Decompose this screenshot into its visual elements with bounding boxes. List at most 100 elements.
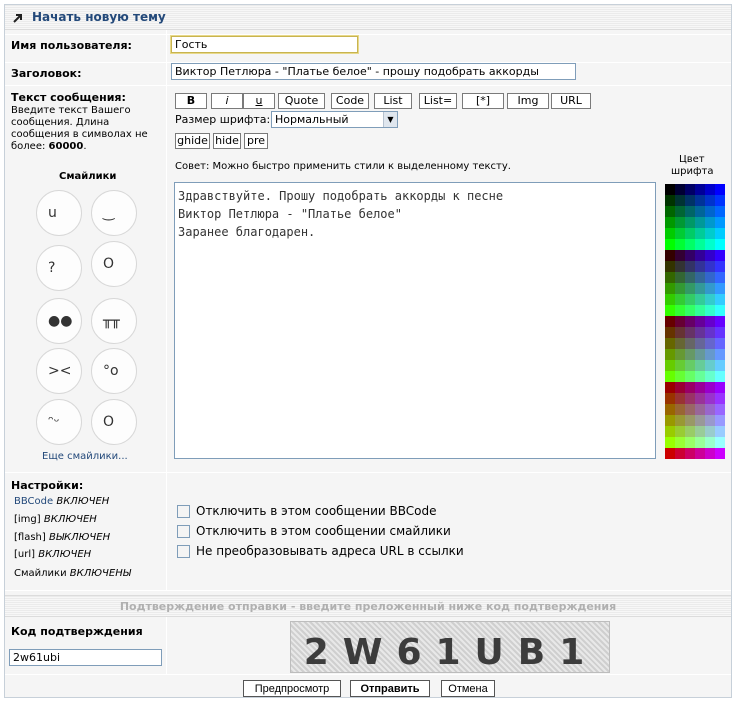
smiley-1[interactable]: u (36, 190, 82, 236)
color-swatch[interactable] (665, 404, 675, 415)
color-swatch[interactable] (705, 371, 715, 382)
color-swatch[interactable] (705, 415, 715, 426)
color-swatch[interactable] (695, 316, 705, 327)
color-swatch[interactable] (685, 316, 695, 327)
color-swatch[interactable] (695, 283, 705, 294)
color-swatch[interactable] (665, 360, 675, 371)
list-button[interactable]: List (374, 93, 412, 109)
color-swatch[interactable] (715, 239, 725, 250)
bold-button[interactable]: B (175, 93, 207, 109)
color-swatch[interactable] (675, 228, 685, 239)
color-swatch[interactable] (675, 261, 685, 272)
color-swatch[interactable] (685, 294, 695, 305)
color-swatch[interactable] (715, 360, 725, 371)
color-swatch[interactable] (675, 294, 685, 305)
hide-button[interactable]: hide (213, 133, 241, 149)
color-swatch[interactable] (715, 371, 725, 382)
color-swatch[interactable] (695, 272, 705, 283)
color-swatch[interactable] (675, 327, 685, 338)
font-size-select[interactable]: Нормальный ▼ (271, 111, 398, 128)
color-swatch[interactable] (695, 184, 705, 195)
color-swatch[interactable] (665, 184, 675, 195)
color-swatch[interactable] (685, 283, 695, 294)
color-swatch[interactable] (665, 371, 675, 382)
color-swatch[interactable] (715, 228, 725, 239)
color-swatch[interactable] (665, 415, 675, 426)
color-swatch[interactable] (665, 283, 675, 294)
color-swatch[interactable] (705, 316, 715, 327)
color-swatch[interactable] (685, 195, 695, 206)
smiley-2[interactable]: ‿ (91, 190, 137, 236)
color-swatch[interactable] (685, 327, 695, 338)
color-swatch[interactable] (665, 393, 675, 404)
ghide-button[interactable]: ghide (175, 133, 210, 149)
color-swatch[interactable] (715, 294, 725, 305)
color-swatch[interactable] (705, 382, 715, 393)
color-swatch[interactable] (705, 349, 715, 360)
smiley-4[interactable]: O (91, 241, 137, 287)
color-swatch[interactable] (665, 327, 675, 338)
color-swatch[interactable] (665, 239, 675, 250)
color-swatch[interactable] (715, 415, 725, 426)
color-swatch[interactable] (715, 217, 725, 228)
color-swatch[interactable] (695, 250, 705, 261)
color-swatch[interactable] (695, 415, 705, 426)
color-swatch[interactable] (675, 283, 685, 294)
color-swatch[interactable] (685, 448, 695, 459)
color-swatch[interactable] (695, 305, 705, 316)
color-swatch[interactable] (685, 415, 695, 426)
color-swatch[interactable] (685, 426, 695, 437)
color-swatch[interactable] (665, 305, 675, 316)
smiley-5[interactable]: ●● (36, 298, 82, 344)
smiley-6[interactable]: ╥╥ (91, 298, 137, 344)
color-swatch[interactable] (715, 250, 725, 261)
color-swatch[interactable] (705, 283, 715, 294)
color-swatch[interactable] (685, 393, 695, 404)
color-swatch[interactable] (715, 283, 725, 294)
color-swatch[interactable] (665, 228, 675, 239)
color-swatch[interactable] (685, 250, 695, 261)
color-swatch[interactable] (715, 184, 725, 195)
color-swatch[interactable] (665, 250, 675, 261)
no-urls-checkbox[interactable] (177, 545, 190, 558)
color-swatch[interactable] (715, 261, 725, 272)
color-swatch[interactable] (675, 184, 685, 195)
color-swatch[interactable] (695, 382, 705, 393)
color-swatch[interactable] (705, 426, 715, 437)
color-swatch[interactable] (705, 327, 715, 338)
color-swatch[interactable] (705, 272, 715, 283)
color-palette[interactable] (665, 184, 725, 459)
code-button[interactable]: Code (331, 93, 369, 109)
color-swatch[interactable] (685, 305, 695, 316)
color-swatch[interactable] (715, 393, 725, 404)
color-swatch[interactable] (675, 415, 685, 426)
color-swatch[interactable] (705, 250, 715, 261)
color-swatch[interactable] (665, 448, 675, 459)
color-swatch[interactable] (695, 437, 705, 448)
color-swatch[interactable] (695, 217, 705, 228)
color-swatch[interactable] (685, 261, 695, 272)
cancel-button[interactable]: Отмена (441, 680, 495, 697)
smiley-3[interactable]: ? (36, 245, 82, 291)
color-swatch[interactable] (685, 349, 695, 360)
color-swatch[interactable] (715, 316, 725, 327)
color-swatch[interactable] (695, 261, 705, 272)
color-swatch[interactable] (675, 371, 685, 382)
color-swatch[interactable] (715, 206, 725, 217)
color-swatch[interactable] (705, 206, 715, 217)
color-swatch[interactable] (665, 294, 675, 305)
color-swatch[interactable] (685, 206, 695, 217)
color-swatch[interactable] (695, 228, 705, 239)
color-swatch[interactable] (695, 360, 705, 371)
color-swatch[interactable] (705, 217, 715, 228)
color-swatch[interactable] (695, 393, 705, 404)
bbcode-link[interactable]: BBCode (14, 496, 53, 507)
color-swatch[interactable] (715, 382, 725, 393)
color-swatch[interactable] (665, 206, 675, 217)
color-swatch[interactable] (665, 316, 675, 327)
color-swatch[interactable] (675, 338, 685, 349)
color-swatch[interactable] (665, 272, 675, 283)
italic-button[interactable]: i (211, 93, 243, 109)
url-button[interactable]: URL (551, 93, 591, 109)
color-swatch[interactable] (705, 437, 715, 448)
